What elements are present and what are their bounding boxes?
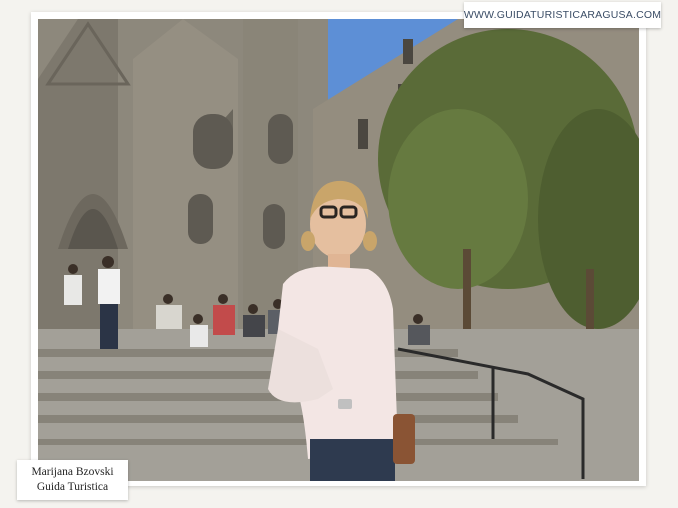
watermark-url: WWW.GUIDATURISTICARAGUSA.COM — [463, 9, 662, 21]
watermark-badge: WWW.GUIDATURISTICARAGUSA.COM — [464, 2, 661, 28]
main-photo — [38, 19, 639, 481]
caption-name: Marijana Bzovski — [31, 466, 114, 478]
photo-illustration — [38, 19, 639, 481]
caption-role: Guida Turistica — [36, 481, 109, 493]
caption-label: Marijana Bzovski Guida Turistica — [17, 460, 128, 500]
